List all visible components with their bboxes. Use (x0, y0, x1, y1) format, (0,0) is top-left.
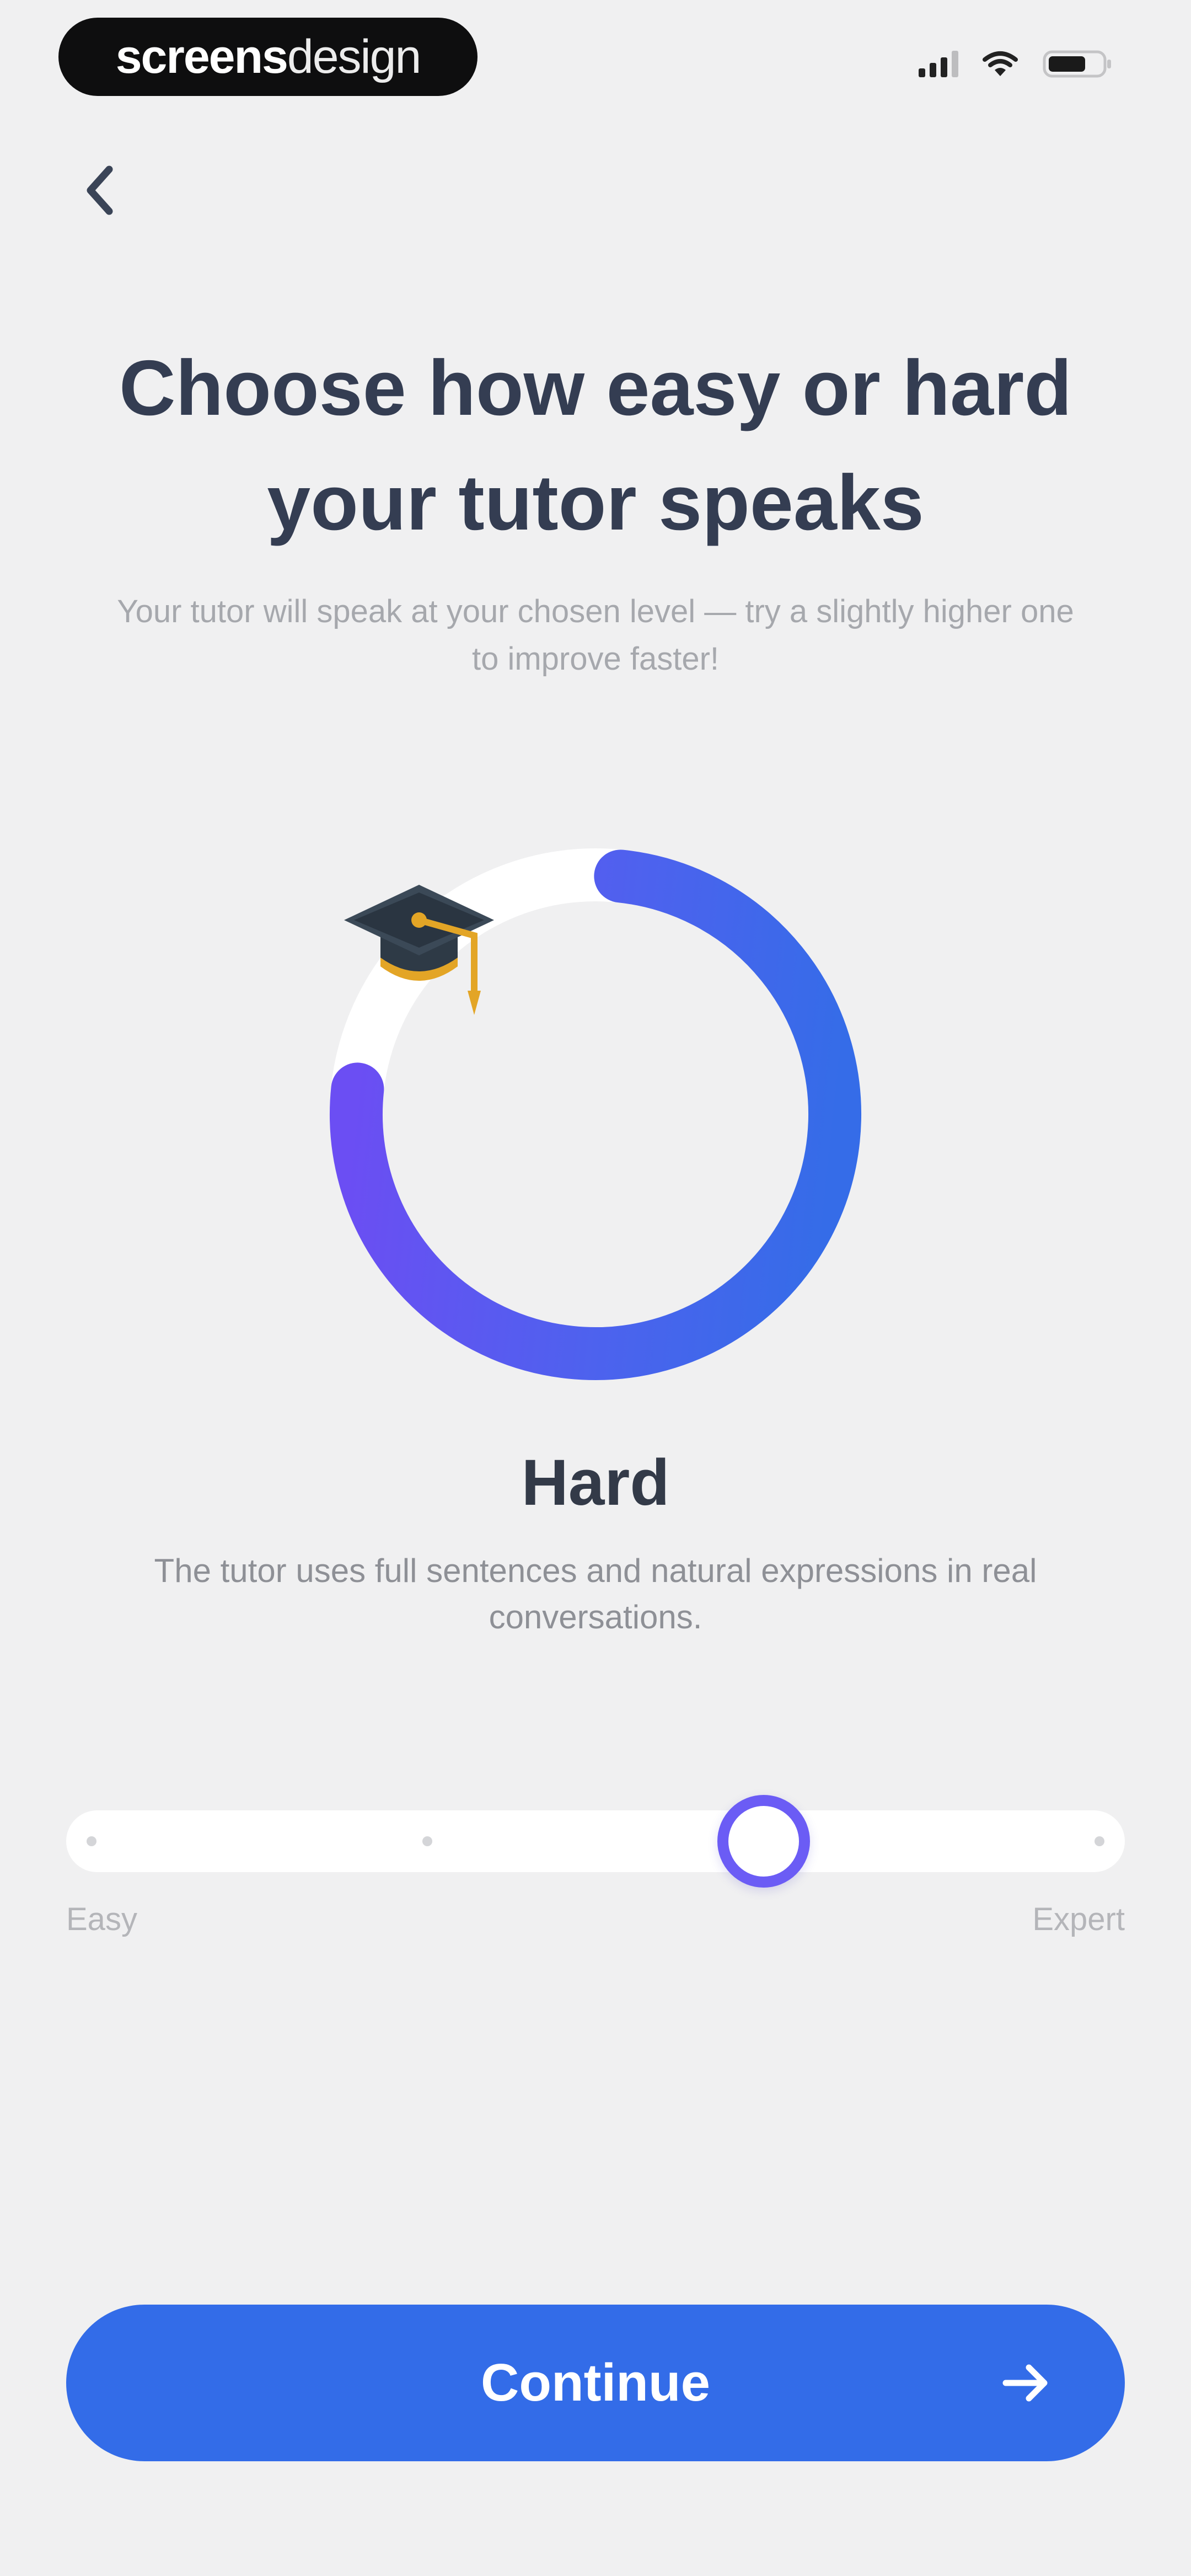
difficulty-slider[interactable] (66, 1795, 1125, 1888)
brand-bold-text: screens (115, 30, 288, 83)
slider-thumb[interactable] (717, 1795, 810, 1888)
slider-min-label: Easy (66, 1901, 137, 1937)
brand-badge: screens design (58, 18, 478, 96)
difficulty-ring (309, 827, 882, 1401)
screen: screens design Choose how easy or hard yo… (0, 0, 1191, 2576)
graduation-cap-icon (344, 885, 494, 1015)
slider-tick[interactable] (87, 1836, 96, 1846)
back-button[interactable] (72, 160, 127, 221)
chevron-left-icon (87, 165, 113, 215)
battery-icon (1043, 50, 1111, 78)
slider-max-label: Expert (1032, 1901, 1125, 1937)
level-name: Hard (521, 1446, 670, 1519)
wifi-icon (983, 51, 1018, 76)
arrow-right-icon (1002, 2364, 1048, 2402)
slider-tick[interactable] (422, 1836, 433, 1846)
status-icons (919, 49, 1114, 79)
slider-tick[interactable] (1095, 1836, 1104, 1846)
page-title: Choose how easy or hard your tutor speak… (119, 344, 1072, 547)
brand-light-text: design (287, 30, 421, 83)
cellular-signal-icon (919, 51, 958, 77)
page-subtitle: Your tutor will speak at your chosen lev… (117, 594, 1074, 677)
continue-label: Continue (481, 2353, 710, 2412)
level-description: The tutor uses full sentences and natura… (154, 1552, 1037, 1636)
continue-button[interactable]: Continue (66, 2305, 1125, 2461)
